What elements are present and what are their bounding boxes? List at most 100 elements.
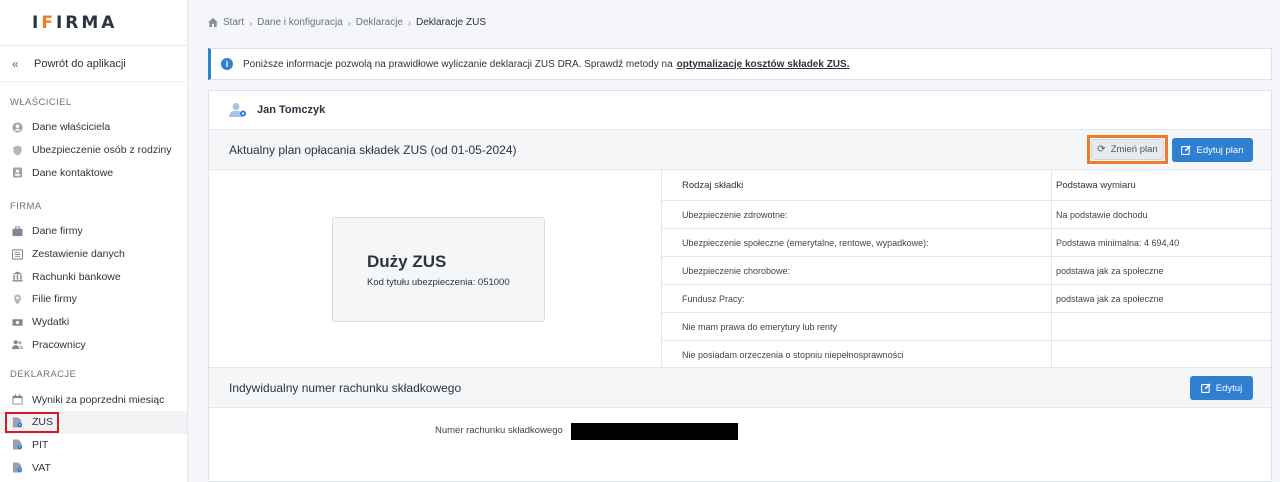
plan-header: Aktualny plan opłacania składek ZUS (od … — [209, 130, 1271, 170]
plan-name: Duży ZUS — [367, 252, 447, 271]
breadcrumb-current: Deklaracje ZUS — [415, 17, 487, 28]
table-cell: Nie posiadam orzeczenia o stopniu niepeł… — [662, 341, 1052, 369]
table-row: Nie mam prawa do emerytury lub renty — [662, 313, 1272, 341]
sidebar-item-label: Ubezpieczenie osób z rodziny — [32, 144, 172, 157]
info-icon: i — [221, 58, 233, 70]
edit-plan-label: Edytuj plan — [1196, 144, 1244, 156]
sidebar-item-label: Wydatki — [32, 316, 70, 329]
declaration-icon — [10, 416, 24, 428]
back-to-app-link[interactable]: « Powrót do aplikacji — [0, 46, 187, 82]
table-row: Ubezpieczenie społeczne (emerytalne, ren… — [662, 229, 1272, 257]
sidebar-item-zus[interactable]: ZUS — [0, 410, 187, 434]
chevron-right-icon: › — [249, 17, 253, 28]
back-to-app-label: Powrót do aplikacji — [34, 57, 126, 70]
sidebar-item-employees[interactable]: Pracownicy — [0, 334, 187, 357]
sidebar-item-contact-data[interactable]: Dane kontaktowe — [0, 161, 187, 184]
table-cell: Na podstawie dochodu — [1056, 209, 1148, 220]
section-title-owner: WŁAŚCICIEL — [10, 96, 72, 108]
list-icon — [10, 248, 24, 260]
sidebar-item-data-summary[interactable]: Zestawienie danych — [0, 243, 187, 266]
money-icon — [10, 316, 24, 328]
table-cell: podstawa jak za społeczne — [1056, 265, 1164, 276]
table-header-row: Rodzaj składki Podstawa wymiaru — [662, 170, 1272, 201]
logo-accent: F — [41, 12, 56, 33]
edit-icon — [1181, 145, 1192, 155]
table-cell: Ubezpieczenie chorobowe: — [662, 257, 1052, 284]
declaration-icon — [10, 462, 24, 474]
double-chevron-left-icon: « — [12, 56, 19, 71]
sidebar: IFIRMA « Powrót do aplikacji WŁAŚCICIEL … — [0, 0, 188, 482]
sidebar-item-label: Filie firmy — [32, 293, 77, 306]
sidebar-item-company-data[interactable]: Dane firmy — [0, 220, 187, 243]
account-header: Indywidualny numer rachunku składkowego … — [209, 368, 1271, 408]
refresh-icon: ⟳ — [1097, 144, 1106, 155]
plan-summary-card: Duży ZUS Kod tytułu ubezpieczenia: 05100… — [332, 217, 545, 322]
column-header-type: Rodzaj składki — [662, 170, 1052, 200]
table-cell: podstawa jak za społeczne — [1056, 293, 1164, 304]
user-settings-icon — [229, 102, 247, 118]
plan-body: Duży ZUS Kod tytułu ubezpieczenia: 05100… — [209, 170, 1272, 369]
sidebar-item-label: PIT — [32, 438, 49, 451]
person-header: Jan Tomczyk — [209, 91, 1271, 130]
sidebar-item-label: Dane właściciela — [32, 121, 111, 134]
sidebar-item-label: Wyniki za poprzedni miesiąc — [32, 393, 165, 406]
sidebar-item-expenses[interactable]: Wydatki — [0, 311, 187, 334]
home-icon — [208, 18, 218, 27]
table-cell — [1052, 313, 1272, 340]
breadcrumb: Start › Dane i konfiguracja › Deklaracje… — [208, 17, 486, 28]
chevron-right-icon: › — [347, 17, 351, 28]
change-plan-label: Zmień plan — [1110, 144, 1158, 155]
insurance-code: Kod tytułu ubezpieczenia: 051000 — [367, 277, 510, 288]
breadcrumb-declarations[interactable]: Deklaracje — [356, 17, 403, 28]
chevron-right-icon: › — [407, 17, 411, 28]
contributions-table: Rodzaj składki Podstawa wymiaru Ubezpiec… — [661, 170, 1272, 369]
table-row: Ubezpieczenie chorobowe: podstawa jak za… — [662, 257, 1272, 285]
edit-account-label: Edytuj — [1215, 382, 1243, 394]
table-cell — [1052, 341, 1272, 369]
sidebar-item-label: ZUS — [32, 416, 53, 429]
section-title-company: FIRMA — [10, 200, 42, 212]
optimization-link[interactable]: optymalizację kosztów składek ZUS. — [677, 59, 850, 70]
zus-card: Jan Tomczyk Aktualny plan opłacania skła… — [208, 90, 1272, 482]
table-row: Nie posiadam orzeczenia o stopniu niepeł… — [662, 341, 1272, 369]
sidebar-item-label: Zestawienie danych — [32, 248, 125, 261]
table-cell: Ubezpieczenie społeczne (emerytalne, ren… — [662, 229, 1052, 256]
account-number-label: Numer rachunku składkowego — [435, 425, 563, 436]
sidebar-item-label: VAT — [32, 461, 51, 474]
table-cell: Nie mam prawa do emerytury lub renty — [662, 313, 1052, 340]
briefcase-icon — [10, 225, 24, 237]
table-row: Fundusz Pracy: podstawa jak za społeczne — [662, 285, 1272, 313]
sidebar-item-owner-data[interactable]: Dane właściciela — [0, 116, 187, 139]
logo[interactable]: IFIRMA — [0, 0, 187, 46]
sidebar-item-label: Pracownicy — [32, 338, 86, 351]
edit-icon — [1200, 383, 1211, 393]
sidebar-item-branches[interactable]: Filie firmy — [0, 288, 187, 311]
users-icon — [10, 339, 24, 351]
edit-plan-button[interactable]: Edytuj plan — [1172, 138, 1253, 162]
sidebar-item-pit[interactable]: PIT — [0, 434, 187, 457]
account-title: Indywidualny numer rachunku składkowego — [229, 380, 462, 395]
calendar-icon — [10, 394, 24, 406]
table-cell: Podstawa minimalna: 4 694,40 — [1056, 237, 1180, 248]
info-text: Poniższe informacje pozwolą na prawidłow… — [243, 58, 673, 70]
contact-card-icon — [10, 167, 24, 179]
sidebar-item-vat[interactable]: VAT — [0, 456, 187, 479]
map-pin-icon — [10, 293, 24, 305]
person-name: Jan Tomczyk — [257, 104, 326, 116]
column-header-base: Podstawa wymiaru — [1056, 179, 1136, 191]
info-banner: i Poniższe informacje pozwolą na prawidł… — [208, 48, 1272, 80]
change-plan-button[interactable]: ⟳ Zmień plan — [1091, 139, 1164, 160]
sidebar-item-previous-month-results[interactable]: Wyniki za poprzedni miesiąc — [0, 388, 187, 411]
sidebar-item-bank-accounts[interactable]: Rachunki bankowe — [0, 265, 187, 288]
bank-icon — [10, 271, 24, 283]
section-title-declarations: DEKLARACJE — [10, 368, 77, 380]
account-body: Numer rachunku składkowego — [209, 408, 1271, 468]
breadcrumb-start[interactable]: Start — [223, 17, 244, 28]
logo-text: IFIRMA — [32, 12, 118, 33]
declaration-icon — [10, 439, 24, 451]
zus-highlight-box: ZUS — [5, 411, 59, 433]
sidebar-item-family-insurance[interactable]: Ubezpieczenie osób z rodziny — [0, 139, 187, 162]
edit-account-button[interactable]: Edytuj — [1190, 376, 1253, 400]
breadcrumb-config[interactable]: Dane i konfiguracja — [257, 17, 343, 28]
account-number-redacted — [571, 423, 738, 440]
